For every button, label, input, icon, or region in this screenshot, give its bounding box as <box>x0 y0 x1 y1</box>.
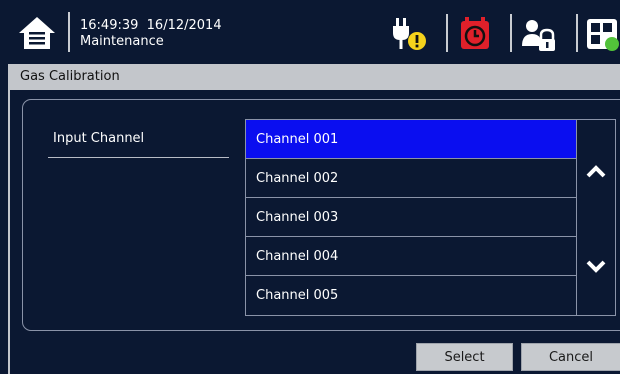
channel-item[interactable]: Channel 005 <box>246 276 576 315</box>
channel-item-label: Channel 001 <box>256 132 339 147</box>
channel-item[interactable]: Channel 003 <box>246 198 576 237</box>
home-icon <box>19 17 55 49</box>
chevron-down-icon <box>586 260 606 273</box>
power-status-button[interactable] <box>388 14 430 54</box>
channel-item-label: Channel 002 <box>256 171 339 186</box>
channel-item[interactable]: Channel 002 <box>246 159 576 198</box>
date: 16/12/2014 <box>146 18 222 33</box>
divider <box>68 12 70 52</box>
mode-label: Maintenance <box>80 34 164 49</box>
divider <box>446 14 448 52</box>
channel-list[interactable]: Channel 001 Channel 002 Channel 003 Chan… <box>245 119 577 316</box>
chevron-up-icon <box>586 165 606 178</box>
label-underline <box>48 157 229 158</box>
user-lock-icon <box>522 20 555 51</box>
divider <box>576 14 578 52</box>
select-button[interactable]: Select <box>416 343 513 371</box>
input-channel-label: Input Channel <box>53 131 145 146</box>
power-warning-icon <box>393 18 426 50</box>
top-bar: 16:49:39 16/12/2014 Maintenance <box>0 0 620 64</box>
layout-grid-icon <box>587 19 619 51</box>
alarm-clock-icon <box>461 17 489 49</box>
list-scrollbar[interactable] <box>576 119 616 316</box>
page-title: Gas Calibration <box>20 69 120 84</box>
user-access-button[interactable] <box>518 14 560 54</box>
scroll-up-button[interactable] <box>580 156 612 186</box>
page-title-bar: Gas Calibration <box>8 64 620 90</box>
channel-item-label: Channel 004 <box>256 249 339 264</box>
layout-button[interactable] <box>584 14 620 54</box>
channel-item-label: Channel 005 <box>256 288 339 303</box>
channel-item[interactable]: Channel 004 <box>246 237 576 276</box>
frame-border <box>8 90 10 374</box>
time: 16:49:39 <box>80 18 139 33</box>
home-button[interactable] <box>10 8 64 58</box>
channel-item-label: Channel 003 <box>256 210 339 225</box>
channel-item[interactable]: Channel 001 <box>246 120 576 159</box>
scroll-down-button[interactable] <box>580 252 612 282</box>
clock: 16:49:39 16/12/2014 Maintenance <box>80 18 222 50</box>
alarm-button[interactable] <box>454 14 496 54</box>
cancel-button[interactable]: Cancel <box>521 343 620 371</box>
divider <box>510 14 512 52</box>
